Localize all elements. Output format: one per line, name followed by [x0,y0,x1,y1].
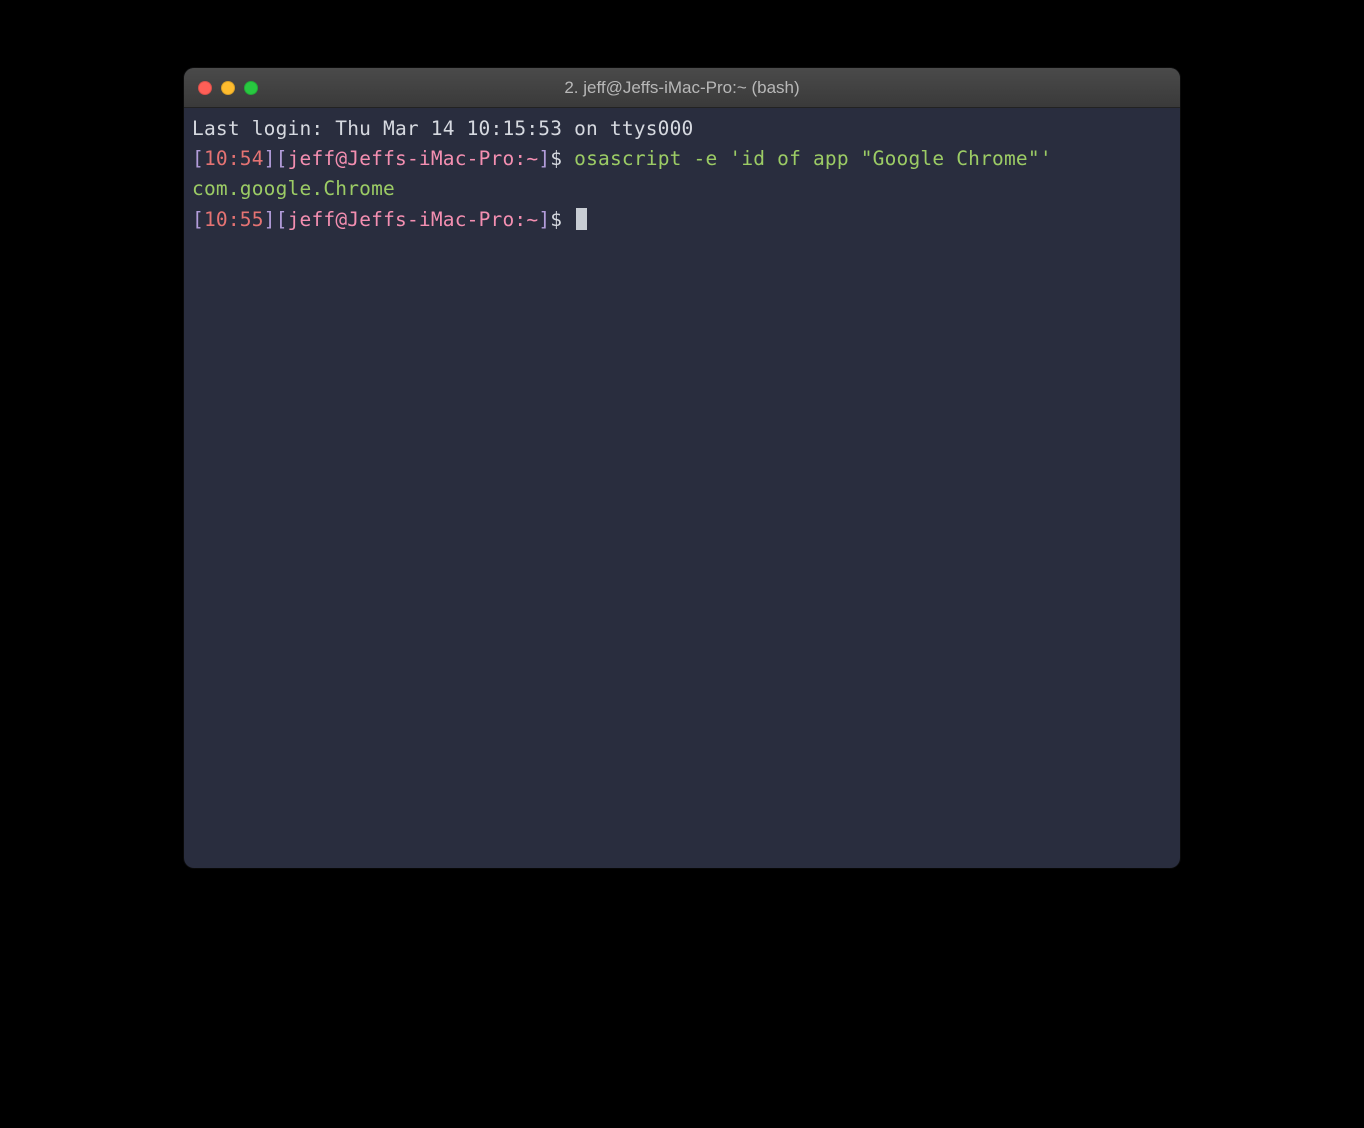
command-text: osascript -e 'id of app "Google Chrome"' [574,147,1052,170]
maximize-icon[interactable] [244,81,258,95]
prompt-dollar: $ [550,208,574,231]
prompt-bracket: [ [192,147,204,170]
prompt-bracket: [ [276,147,288,170]
prompt-userhost: jeff@Jeffs-iMac-Pro:~ [288,208,539,231]
prompt-dollar: $ [550,147,574,170]
terminal-body[interactable]: Last login: Thu Mar 14 10:15:53 on ttys0… [184,108,1180,868]
prompt-bracket: [ [192,208,204,231]
last-login-line: Last login: Thu Mar 14 10:15:53 on ttys0… [192,117,693,140]
window-titlebar[interactable]: 2. jeff@Jeffs-iMac-Pro:~ (bash) [184,68,1180,108]
prompt-time: 10:55 [204,208,264,231]
cursor-icon [576,208,587,230]
prompt-bracket: ] [538,208,550,231]
prompt-time: 10:54 [204,147,264,170]
command-output: com.google.Chrome [192,177,395,200]
close-icon[interactable] [198,81,212,95]
prompt-bracket: ] [264,147,276,170]
prompt-bracket: ] [264,208,276,231]
prompt-bracket: ] [538,147,550,170]
window-title: 2. jeff@Jeffs-iMac-Pro:~ (bash) [184,78,1180,98]
prompt-userhost: jeff@Jeffs-iMac-Pro:~ [288,147,539,170]
traffic-lights [198,81,258,95]
prompt-bracket: [ [276,208,288,231]
minimize-icon[interactable] [221,81,235,95]
terminal-window: 2. jeff@Jeffs-iMac-Pro:~ (bash) Last log… [184,68,1180,868]
